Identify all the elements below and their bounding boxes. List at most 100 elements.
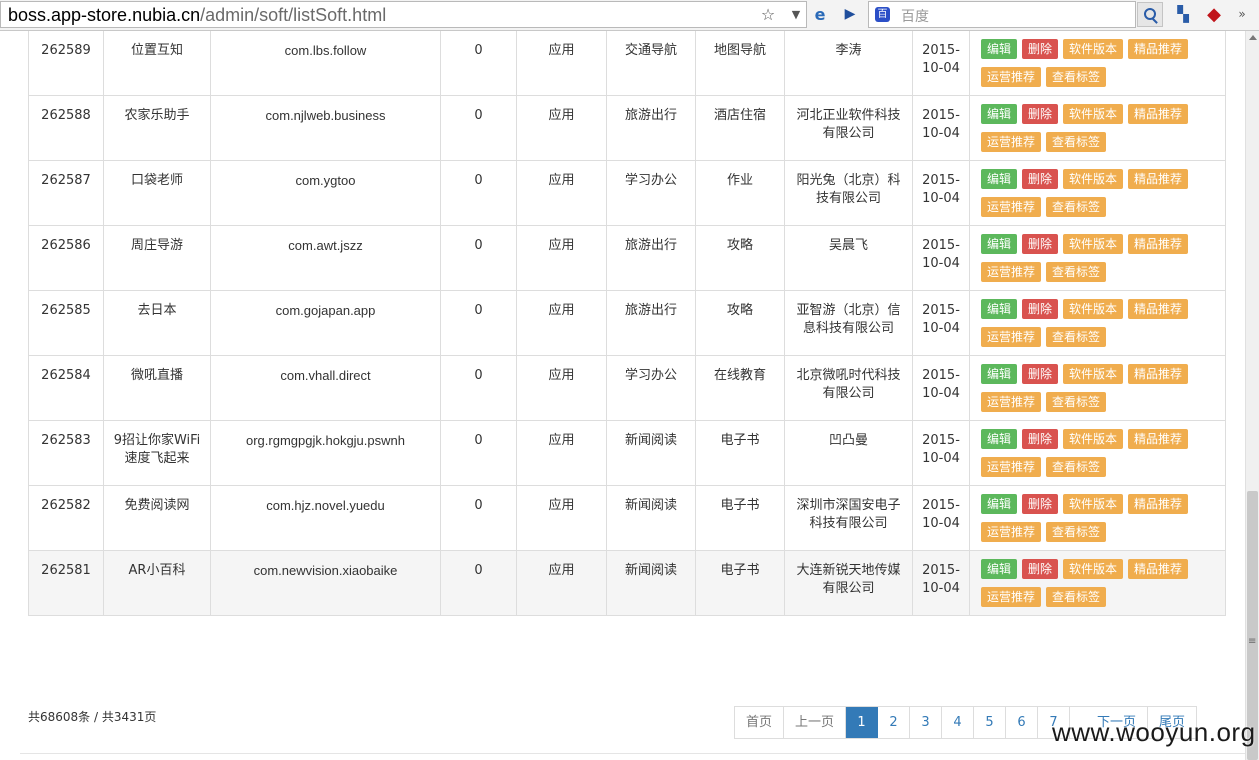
table-row: 262581 AR小百科 com.newvision.xiaobaike 0 应用 新闻阅… (28, 550, 1226, 616)
version-button[interactable]: 软件版本 (1063, 364, 1124, 384)
id-cell: 262584 (28, 355, 104, 421)
date-cell: 2015-10-04 (912, 31, 970, 96)
delete-button[interactable]: 删除 (1022, 39, 1059, 59)
delete-button[interactable]: 删除 (1022, 429, 1059, 449)
page-prev[interactable]: 上一页 (784, 707, 847, 738)
address-text: boss.app-store.nubia.cn/admin/soft/listS… (8, 5, 386, 26)
featured-button[interactable]: 精品推荐 (1128, 364, 1189, 384)
addon-diamond-icon[interactable]: ◆ (1204, 4, 1224, 25)
id-cell: 262589 (28, 31, 104, 96)
id-cell: 262581 (28, 550, 104, 616)
page-first[interactable]: 首页 (735, 707, 785, 738)
featured-button[interactable]: 精品推荐 (1128, 494, 1189, 514)
page-6[interactable]: 6 (1006, 707, 1039, 738)
view-tags-button[interactable]: 查看标签 (1046, 197, 1107, 217)
edit-button[interactable]: 编辑 (981, 299, 1018, 319)
category-cell: 新闻阅读 (606, 420, 696, 486)
operation-recommend-button[interactable]: 运营推荐 (981, 132, 1042, 152)
package-cell: com.njlweb.business (210, 95, 441, 161)
version-button[interactable]: 软件版本 (1063, 39, 1124, 59)
view-tags-button[interactable]: 查看标签 (1046, 587, 1107, 607)
featured-button[interactable]: 精品推荐 (1128, 429, 1189, 449)
date-cell: 2015-10-04 (912, 225, 970, 291)
version-button[interactable]: 软件版本 (1063, 429, 1124, 449)
operation-recommend-button[interactable]: 运营推荐 (981, 587, 1042, 607)
address-bar[interactable]: boss.app-store.nubia.cn/admin/soft/listS… (0, 1, 807, 28)
count-cell: 0 (440, 420, 517, 486)
date-cell: 2015-10-04 (912, 95, 970, 161)
edit-button[interactable]: 编辑 (981, 234, 1018, 254)
version-button[interactable]: 软件版本 (1063, 559, 1124, 579)
scroll-up-icon[interactable] (1246, 31, 1259, 45)
featured-button[interactable]: 精品推荐 (1128, 39, 1189, 59)
developer-cell: 河北正业软件科技有限公司 (784, 95, 913, 161)
table-row: 262585 去日本 com.gojapan.app 0 应用 旅游出行 攻略 亚智游（北京）… (28, 290, 1226, 356)
ie-compat-icon[interactable]: e (810, 4, 830, 24)
featured-button[interactable]: 精品推荐 (1128, 169, 1189, 189)
delete-button[interactable]: 删除 (1022, 104, 1059, 124)
operation-recommend-button[interactable]: 运营推荐 (981, 327, 1042, 347)
search-box[interactable]: 百 百度 (868, 1, 1136, 28)
version-button[interactable]: 软件版本 (1063, 169, 1124, 189)
view-tags-button[interactable]: 查看标签 (1046, 262, 1107, 282)
operation-recommend-button[interactable]: 运营推荐 (981, 197, 1042, 217)
page-3[interactable]: 3 (910, 707, 943, 738)
delete-button[interactable]: 删除 (1022, 169, 1059, 189)
delete-button[interactable]: 删除 (1022, 364, 1059, 384)
edit-button[interactable]: 编辑 (981, 494, 1018, 514)
operation-recommend-button[interactable]: 运营推荐 (981, 262, 1042, 282)
delete-button[interactable]: 删除 (1022, 559, 1059, 579)
url-host: boss.app-store.nubia.cn (8, 5, 201, 25)
edit-button[interactable]: 编辑 (981, 39, 1018, 59)
delete-button[interactable]: 删除 (1022, 299, 1059, 319)
version-button[interactable]: 软件版本 (1063, 104, 1124, 124)
actions-cell: 编辑 删除 软件版本 精品推荐运营推荐 查看标签 (969, 355, 1226, 421)
overflow-chevron-icon[interactable]: » (1232, 4, 1252, 24)
subcategory-cell: 电子书 (695, 420, 785, 486)
developer-cell: 亚智游（北京）信息科技有限公司 (784, 290, 913, 356)
featured-button[interactable]: 精品推荐 (1128, 234, 1189, 254)
delete-button[interactable]: 删除 (1022, 234, 1059, 254)
dropdown-arrow-icon[interactable]: ▼ (786, 4, 806, 24)
page-4[interactable]: 4 (942, 707, 975, 738)
version-button[interactable]: 软件版本 (1063, 494, 1124, 514)
page-1[interactable]: 1 (846, 707, 879, 738)
featured-button[interactable]: 精品推荐 (1128, 104, 1189, 124)
bookmark-star-icon[interactable]: ☆ (758, 4, 778, 24)
page-2[interactable]: 2 (878, 707, 911, 738)
operation-recommend-button[interactable]: 运营推荐 (981, 67, 1042, 87)
count-cell: 0 (440, 160, 517, 226)
edit-button[interactable]: 编辑 (981, 364, 1018, 384)
view-tags-button[interactable]: 查看标签 (1046, 327, 1107, 347)
vertical-scrollbar[interactable] (1245, 31, 1259, 760)
search-input[interactable]: 百度 (901, 6, 929, 26)
category-cell: 旅游出行 (606, 290, 696, 356)
featured-button[interactable]: 精品推荐 (1128, 559, 1189, 579)
view-tags-button[interactable]: 查看标签 (1046, 392, 1107, 412)
view-tags-button[interactable]: 查看标签 (1046, 457, 1107, 477)
page-5[interactable]: 5 (974, 707, 1007, 738)
edit-button[interactable]: 编辑 (981, 429, 1018, 449)
edit-button[interactable]: 编辑 (981, 104, 1018, 124)
type-cell: 应用 (516, 95, 607, 161)
edit-button[interactable]: 编辑 (981, 559, 1018, 579)
search-button[interactable] (1137, 2, 1163, 27)
go-forward-icon[interactable]: ▶ (840, 4, 860, 24)
view-tags-button[interactable]: 查看标签 (1046, 132, 1107, 152)
extensions-icon[interactable]: ▚ (1173, 4, 1193, 24)
developer-cell: 北京微吼时代科技有限公司 (784, 355, 913, 421)
version-button[interactable]: 软件版本 (1063, 234, 1124, 254)
delete-button[interactable]: 删除 (1022, 494, 1059, 514)
featured-button[interactable]: 精品推荐 (1128, 299, 1189, 319)
package-cell: com.ygtoo (210, 160, 441, 226)
view-tags-button[interactable]: 查看标签 (1046, 67, 1107, 87)
name-cell: AR小百科 (103, 550, 211, 616)
version-button[interactable]: 软件版本 (1063, 299, 1124, 319)
operation-recommend-button[interactable]: 运营推荐 (981, 392, 1042, 412)
operation-recommend-button[interactable]: 运营推荐 (981, 457, 1042, 477)
edit-button[interactable]: 编辑 (981, 169, 1018, 189)
name-cell: 微吼直播 (103, 355, 211, 421)
package-cell: com.lbs.follow (210, 31, 441, 96)
operation-recommend-button[interactable]: 运营推荐 (981, 522, 1042, 542)
view-tags-button[interactable]: 查看标签 (1046, 522, 1107, 542)
